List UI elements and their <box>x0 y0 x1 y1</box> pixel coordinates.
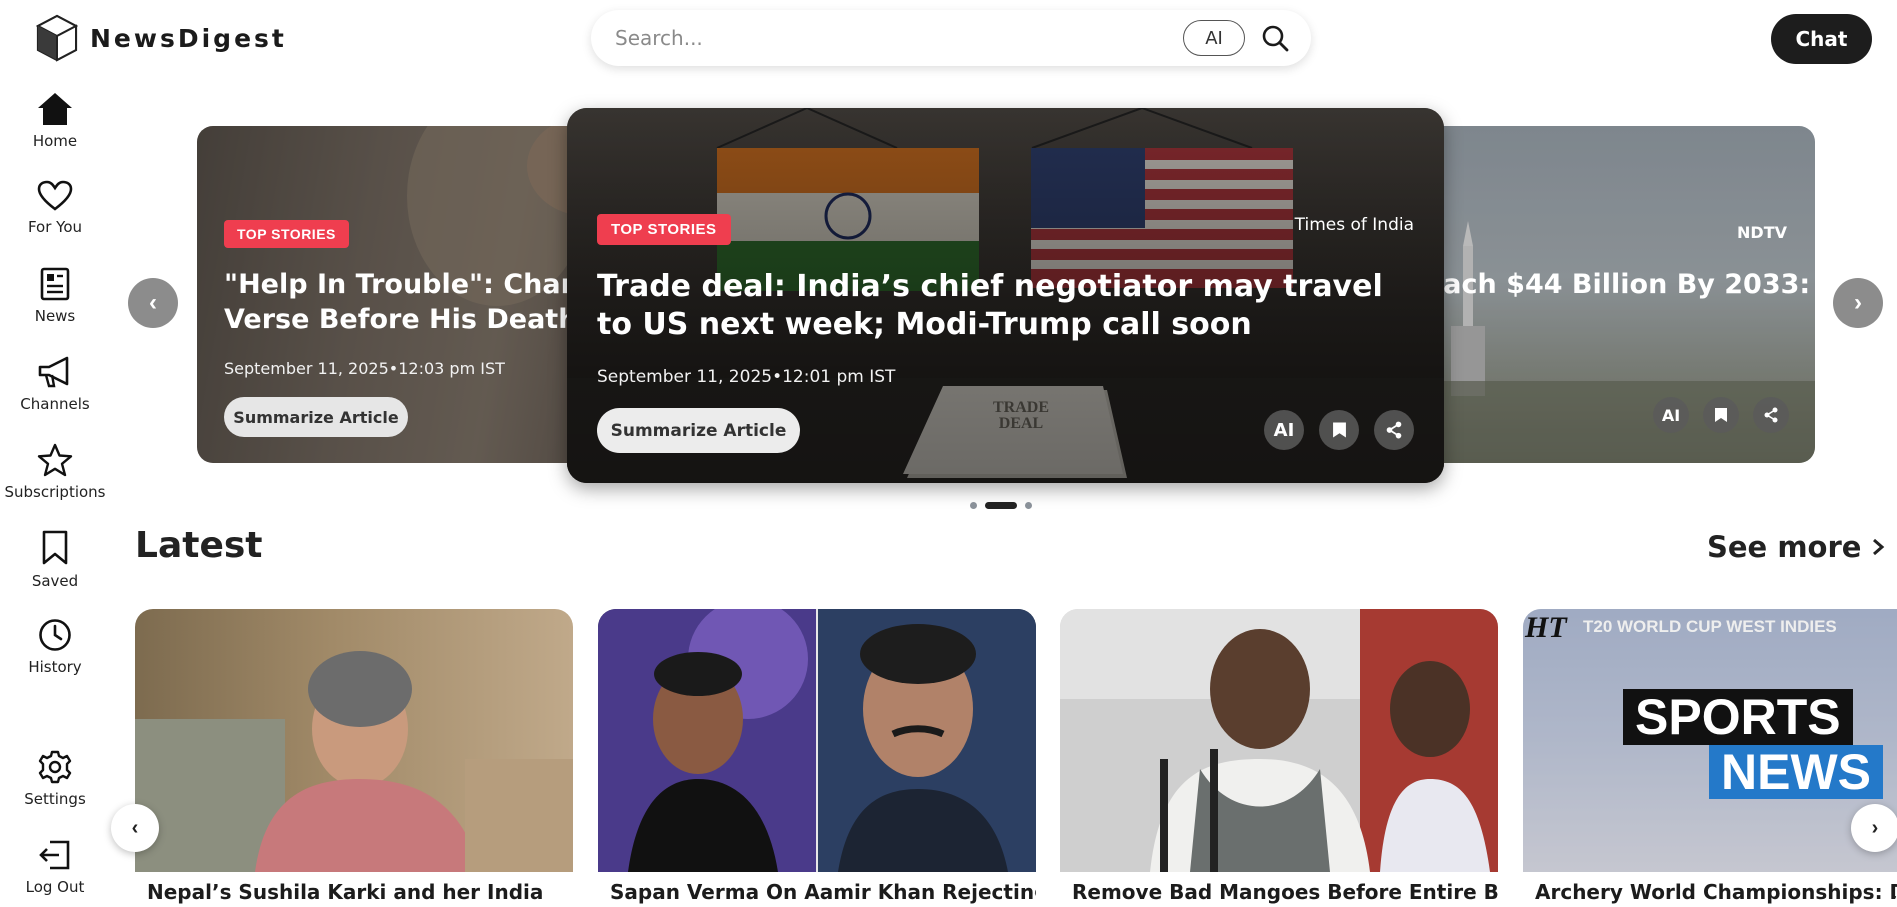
sidebar-item-label: Log Out <box>25 878 85 896</box>
summarize-article-button[interactable]: Summarize Article <box>224 397 408 437</box>
bookmark-icon <box>1332 422 1346 438</box>
news-thumbnail: HT T20 WORLD CUP WEST INDIES SPORTS NEWS <box>1523 609 1897 872</box>
story-date: September 11, 2025•12:01 pm IST <box>597 367 896 387</box>
home-icon <box>38 93 72 125</box>
category-badge: TOP STORIES <box>597 214 731 245</box>
app-name: NewsDigest <box>90 23 287 53</box>
news-label: NEWS <box>1709 745 1883 799</box>
heart-icon <box>37 180 73 211</box>
gear-icon <box>38 750 72 784</box>
sidebar-item-label: Saved <box>31 572 79 590</box>
carousel-prev-button[interactable]: ‹ <box>128 278 178 328</box>
star-icon <box>37 443 73 477</box>
chevron-right-icon <box>1873 538 1885 556</box>
news-card[interactable]: Sapan Verma On Aamir Khan Rejecting <box>598 609 1036 907</box>
sidebar-item-label: For You <box>27 218 83 236</box>
sidebar-item-for-you[interactable]: For You <box>0 180 110 236</box>
news-thumbnail <box>135 609 573 872</box>
sidebar-item-news[interactable]: News <box>0 267 110 325</box>
carousel-next-button[interactable]: › <box>1833 278 1883 328</box>
sidebar-item-history[interactable]: History <box>0 618 110 676</box>
news-thumbnail <box>598 609 1036 872</box>
sidebar-item-log-out[interactable]: Log Out <box>0 838 110 896</box>
search-bar: AI <box>591 10 1311 66</box>
banner-text: T20 WORLD CUP WEST INDIES <box>1583 617 1837 636</box>
news-card-title: Nepal’s Sushila Karki and her India <box>147 880 544 904</box>
share-icon <box>1386 421 1402 439</box>
sidebar-item-label: History <box>28 658 82 676</box>
see-more-link[interactable]: See more <box>1707 530 1885 564</box>
news-icon <box>40 267 70 301</box>
summarize-article-button[interactable]: Summarize Article <box>597 408 800 453</box>
story-headline: Trade deal: India’s chief negotiator may… <box>597 269 1383 343</box>
news-card[interactable]: Remove Bad Mangoes Before Entire Box <box>1060 609 1498 907</box>
story-card-right[interactable]: NDTV each $44 Billion By 2033: AI <box>1393 126 1815 463</box>
ai-summary-button[interactable]: AI <box>1264 410 1304 450</box>
sidebar-item-home[interactable]: Home <box>0 92 110 150</box>
bookmark-icon <box>42 530 68 565</box>
document-sign-text: TRADE DEAL <box>992 399 1049 432</box>
sidebar-item-label: Channels <box>20 395 90 413</box>
sidebar-item-label: Settings <box>24 790 86 808</box>
ai-search-toggle[interactable]: AI <box>1183 20 1245 56</box>
share-button[interactable] <box>1753 397 1789 433</box>
carousel-dot-active[interactable] <box>985 502 1017 509</box>
latest-prev-button[interactable]: ‹ <box>111 804 159 852</box>
sidebar-item-channels[interactable]: Channels <box>0 355 110 413</box>
bookmark-button[interactable] <box>1319 410 1359 450</box>
sports-label: SPORTS <box>1623 689 1853 745</box>
latest-next-button[interactable]: › <box>1851 804 1897 852</box>
search-icon[interactable] <box>1261 24 1289 52</box>
carousel-dot[interactable] <box>970 502 977 509</box>
section-title-latest: Latest <box>135 525 263 566</box>
story-source: Times of India <box>1294 215 1414 235</box>
share-icon <box>1764 407 1778 423</box>
story-date: September 11, 2025•12:03 pm IST <box>224 359 505 378</box>
news-card[interactable]: HT T20 WORLD CUP WEST INDIES SPORTS NEWS… <box>1523 609 1897 907</box>
app-logo[interactable]: NewsDigest <box>36 14 287 62</box>
see-more-label: See more <box>1707 530 1862 564</box>
sidebar-item-settings[interactable]: Settings <box>0 750 110 808</box>
carousel-pagination <box>970 502 1032 509</box>
sidebar-item-saved[interactable]: Saved <box>0 530 110 590</box>
ai-summary-button[interactable]: AI <box>1653 397 1689 433</box>
carousel-dot[interactable] <box>1025 502 1032 509</box>
logout-icon <box>39 840 70 870</box>
sidebar-item-label: Home <box>32 132 78 150</box>
sidebar-item-label: News <box>34 307 76 325</box>
news-thumbnail <box>1060 609 1498 872</box>
news-card-title: Sapan Verma On Aamir Khan Rejecting <box>610 880 1036 904</box>
category-badge: TOP STORIES <box>224 220 349 248</box>
bookmark-button[interactable] <box>1703 397 1739 433</box>
bookmark-icon <box>1715 408 1727 422</box>
share-button[interactable] <box>1374 410 1414 450</box>
story-headline: "Help In Trouble": Charlie Verse Before … <box>224 269 611 335</box>
story-card-left[interactable]: TOP STORIES "Help In Trouble": Charlie V… <box>197 126 617 463</box>
cube-logo-icon <box>36 14 78 62</box>
news-card-title: Remove Bad Mangoes Before Entire Box <box>1072 880 1498 904</box>
story-headline: each $44 Billion By 2033: <box>1425 269 1811 300</box>
story-card-main[interactable]: TRADE DEAL TOP STORIES Times of India Tr… <box>567 108 1444 483</box>
news-card-title: Archery World Championships: Deep <box>1535 880 1897 904</box>
megaphone-icon <box>38 356 69 388</box>
sidebar-item-label: Subscriptions <box>4 483 106 501</box>
story-source: NDTV <box>1737 223 1787 242</box>
news-card[interactable]: Nepal’s Sushila Karki and her India <box>135 609 573 907</box>
sports-news-overlay: SPORTS NEWS <box>1623 689 1883 799</box>
clock-icon <box>39 619 71 651</box>
chat-button[interactable]: Chat <box>1771 14 1872 64</box>
search-input[interactable] <box>615 26 1183 50</box>
ht-logo-text: HT <box>1525 611 1567 644</box>
sidebar-item-subscriptions[interactable]: Subscriptions <box>0 443 110 501</box>
